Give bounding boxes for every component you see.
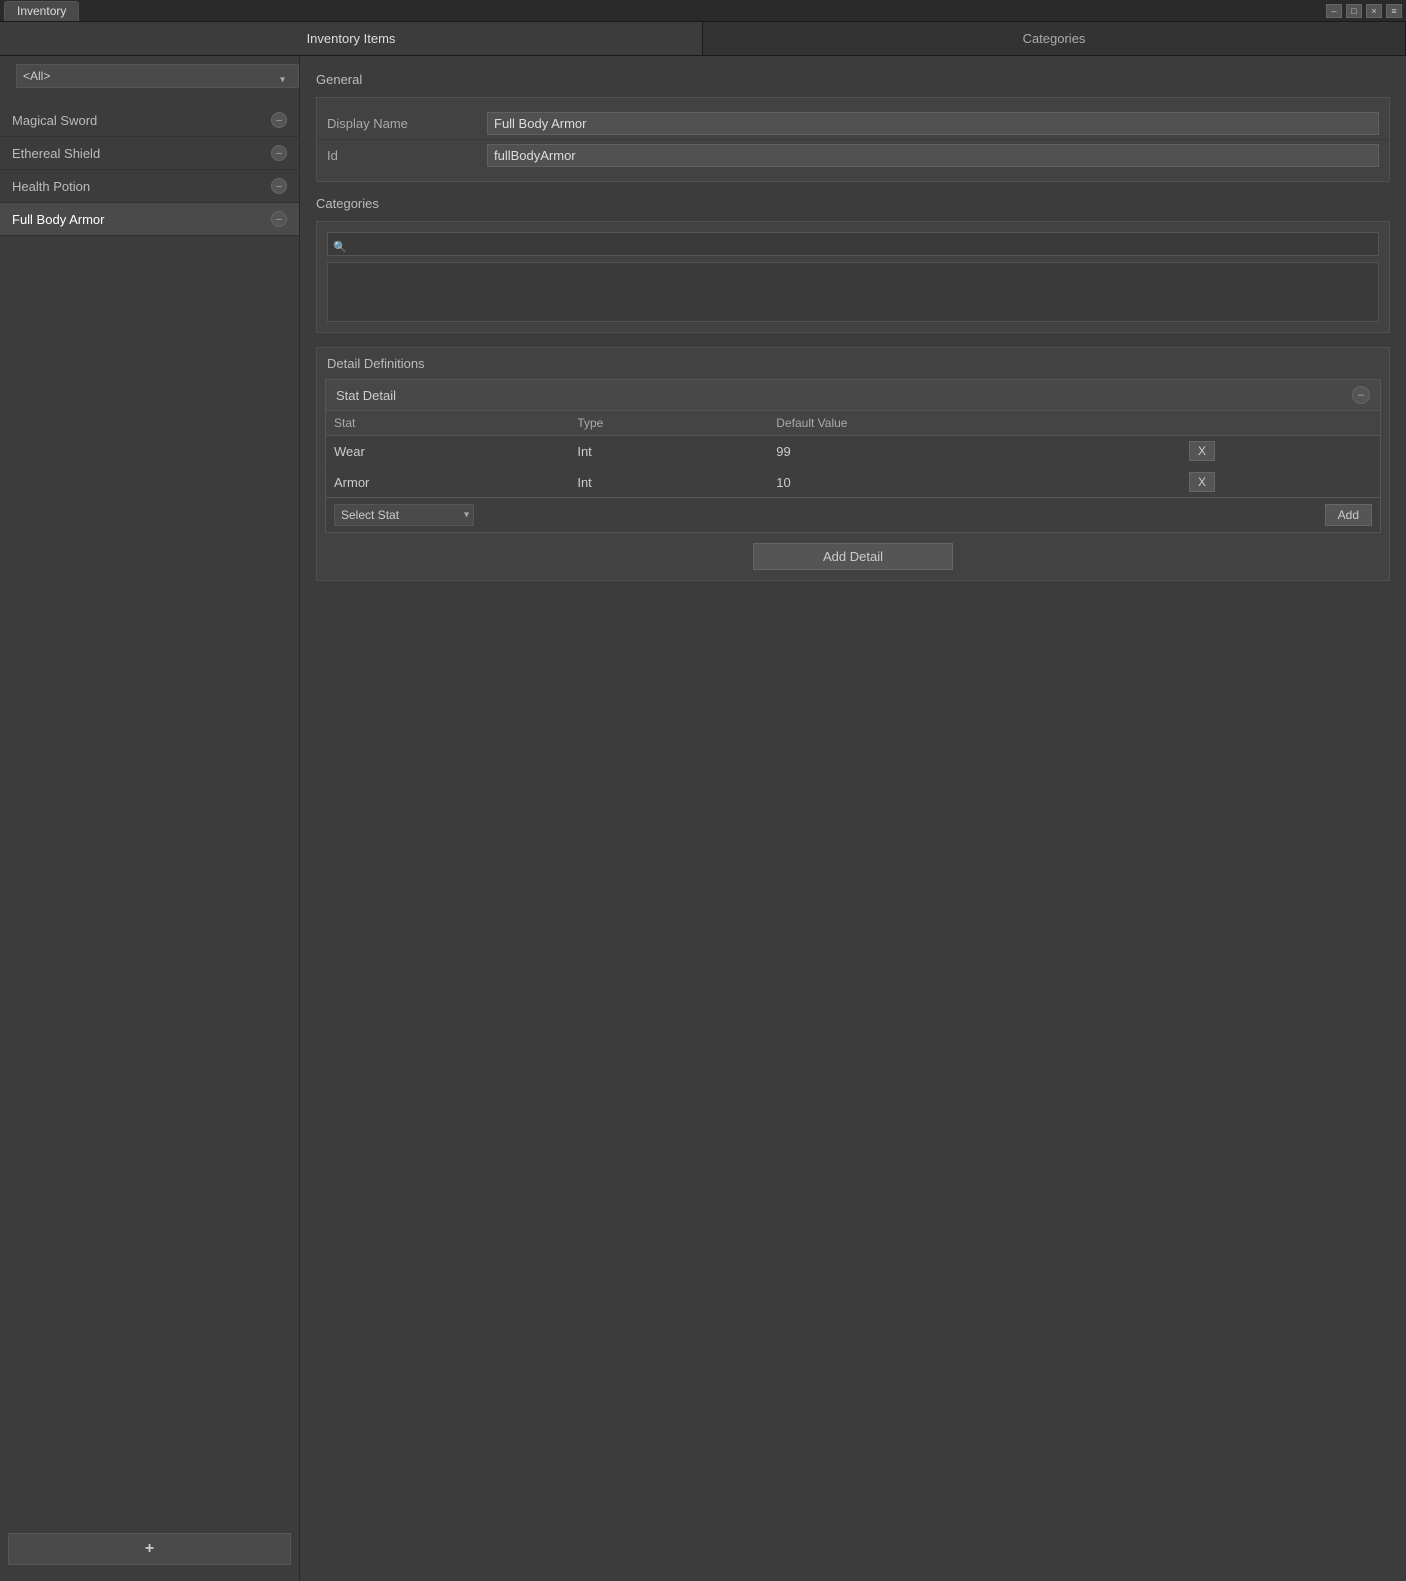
stat-name-cell: Armor — [326, 467, 569, 498]
item-remove-icon[interactable]: – — [271, 211, 287, 227]
filter-select[interactable]: <All> — [16, 64, 299, 88]
categories-section: 🔍 — [316, 221, 1390, 333]
list-item[interactable]: Magical Sword – — [0, 104, 299, 137]
tab-categories-label: Categories — [1023, 31, 1086, 46]
inventory-list: Magical Sword – Ethereal Shield – Health… — [0, 104, 299, 1525]
stat-detail-header: Stat Detail – — [326, 380, 1380, 411]
detail-definitions-title: Detail Definitions — [317, 348, 1389, 379]
table-row: Armor Int 10 X — [326, 467, 1380, 498]
filter-wrapper: <All> ▾ — [8, 64, 291, 96]
add-detail-button[interactable]: Add Detail — [753, 543, 953, 570]
tab-inventory-items-label: Inventory Items — [307, 31, 396, 46]
item-remove-icon[interactable]: – — [271, 112, 287, 128]
menu-button[interactable]: ≡ — [1386, 4, 1402, 18]
list-item[interactable]: Health Potion – — [0, 170, 299, 203]
item-name: Full Body Armor — [12, 212, 104, 227]
select-stat-dropdown[interactable]: Select Stat — [334, 504, 474, 526]
stat-detail-title: Stat Detail — [336, 388, 396, 403]
stat-select-wrapper: Select Stat ▾ — [334, 504, 474, 526]
detail-definitions-section: Detail Definitions Stat Detail – Stat Ty… — [316, 347, 1390, 581]
title-controls: – □ × ≡ — [1326, 4, 1402, 18]
item-name: Health Potion — [12, 179, 90, 194]
tab-categories[interactable]: Categories — [703, 22, 1406, 55]
categories-search-input[interactable] — [327, 232, 1379, 256]
stat-col-header: Stat — [326, 411, 569, 436]
maximize-button[interactable]: □ — [1346, 4, 1362, 18]
display-name-row: Display Name Full Body Armor — [317, 108, 1389, 140]
type-col-header: Type — [569, 411, 768, 436]
title-tab[interactable]: Inventory — [4, 1, 79, 21]
id-value[interactable]: fullBodyArmor — [487, 144, 1379, 167]
table-row: Wear Int 99 X — [326, 436, 1380, 467]
stat-default-cell: 10 — [768, 467, 1181, 498]
categories-list-area — [327, 262, 1379, 322]
item-name: Ethereal Shield — [12, 146, 100, 161]
item-remove-icon[interactable]: – — [271, 145, 287, 161]
tab-bar: Inventory Items Categories — [0, 22, 1406, 56]
stat-add-row: Select Stat ▾ Add — [326, 497, 1380, 532]
search-icon: 🔍 — [333, 241, 347, 254]
tab-inventory-items[interactable]: Inventory Items — [0, 22, 703, 55]
display-name-value[interactable]: Full Body Armor — [487, 112, 1379, 135]
content-area: <All> ▾ Magical Sword – Ethereal Shield … — [0, 56, 1406, 1581]
id-label: Id — [327, 148, 487, 163]
title-text: Inventory — [17, 4, 66, 18]
stat-row-remove-button[interactable]: X — [1189, 441, 1215, 461]
stat-name-cell: Wear — [326, 436, 569, 467]
item-name: Magical Sword — [12, 113, 97, 128]
stat-table-header-row: Stat Type Default Value — [326, 411, 1380, 436]
id-row: Id fullBodyArmor — [317, 140, 1389, 171]
stat-default-cell: 99 — [768, 436, 1181, 467]
main-panel: General Display Name Full Body Armor Id … — [300, 56, 1406, 1581]
default-val-col-header: Default Value — [768, 411, 1181, 436]
stat-table: Stat Type Default Value Wear Int 99 — [326, 411, 1380, 497]
general-section: Display Name Full Body Armor Id fullBody… — [316, 97, 1390, 182]
stat-row-remove-button[interactable]: X — [1189, 472, 1215, 492]
add-stat-button[interactable]: Add — [1325, 504, 1372, 526]
app-container: Inventory Items Categories <All> ▾ Magic… — [0, 22, 1406, 1581]
categories-section-title: Categories — [316, 196, 1390, 211]
sidebar: <All> ▾ Magical Sword – Ethereal Shield … — [0, 56, 300, 1581]
categories-search-wrapper: 🔍 — [327, 232, 1379, 262]
display-name-label: Display Name — [327, 116, 487, 131]
stat-type-cell: Int — [569, 436, 768, 467]
close-button[interactable]: × — [1366, 4, 1382, 18]
minimize-button[interactable]: – — [1326, 4, 1342, 18]
stat-action-cell: X — [1181, 436, 1380, 467]
general-section-title: General — [316, 72, 1390, 87]
list-item-selected[interactable]: Full Body Armor – — [0, 203, 299, 236]
list-item[interactable]: Ethereal Shield – — [0, 137, 299, 170]
stat-type-cell: Int — [569, 467, 768, 498]
stat-detail-remove-icon[interactable]: – — [1352, 386, 1370, 404]
item-remove-icon[interactable]: – — [271, 178, 287, 194]
action-col-header — [1181, 411, 1380, 436]
stat-detail-block: Stat Detail – Stat Type Default Value — [325, 379, 1381, 533]
title-bar: Inventory – □ × ≡ — [0, 0, 1406, 22]
stat-action-cell: X — [1181, 467, 1380, 498]
add-item-button[interactable]: + — [8, 1533, 291, 1565]
